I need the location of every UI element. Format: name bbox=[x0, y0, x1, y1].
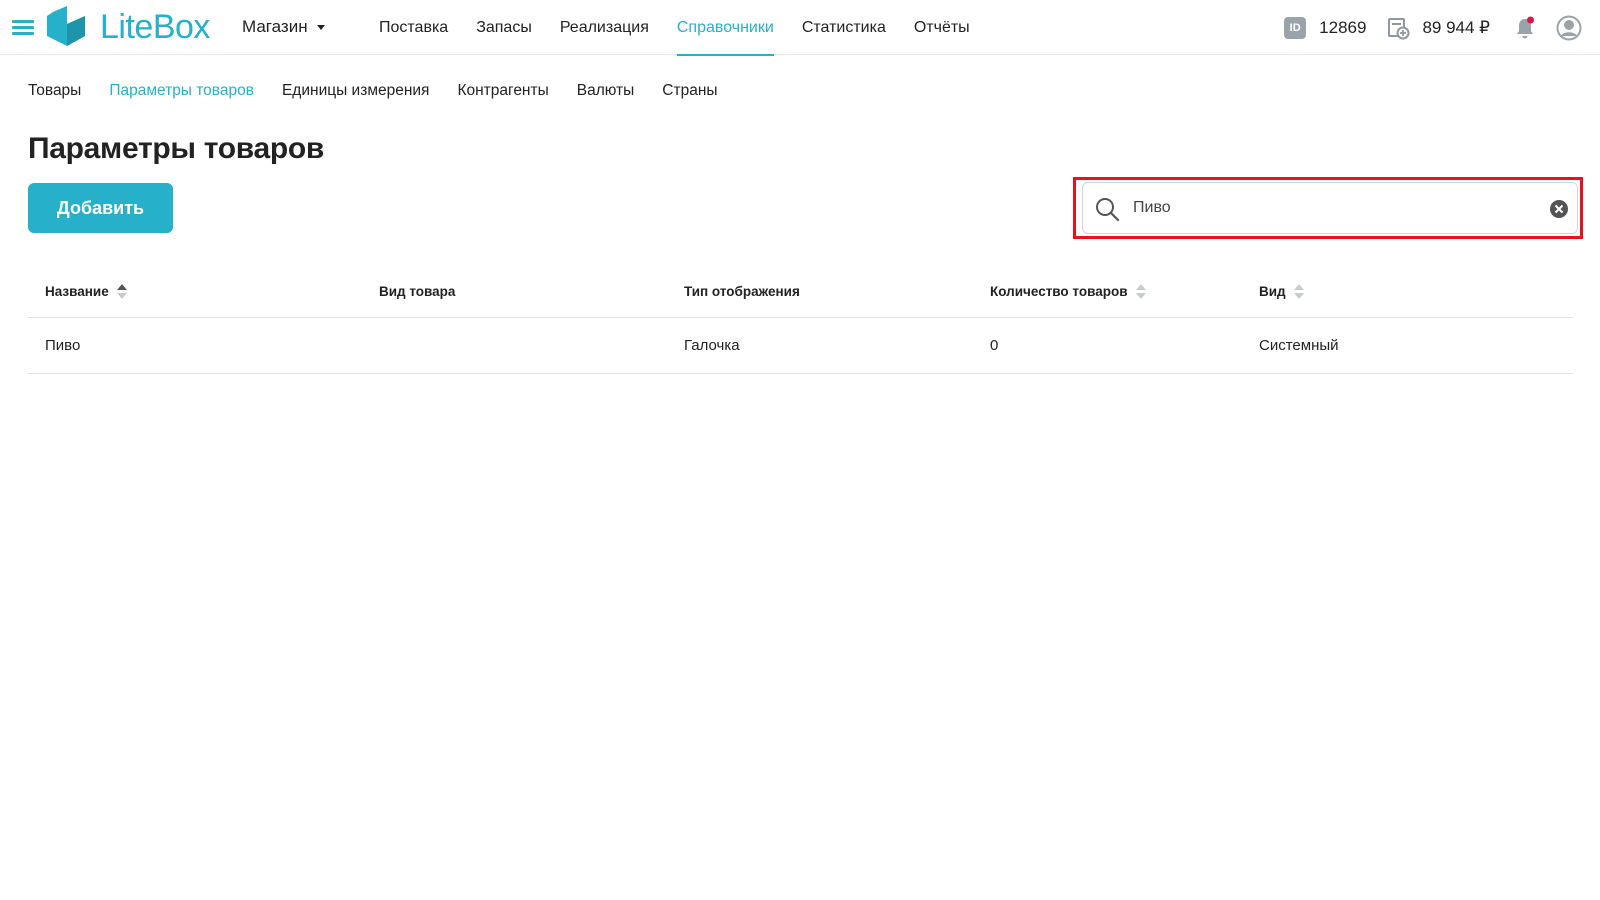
logo-text: LiteBox bbox=[100, 8, 210, 46]
balance: 89 944 ₽ bbox=[1422, 18, 1490, 37]
wallet-icon[interactable] bbox=[1388, 16, 1410, 40]
column-header-goods-count[interactable]: Количество товаров bbox=[990, 284, 1146, 299]
store-selector-label: Магазин bbox=[242, 17, 308, 36]
nav-item-sales[interactable]: Реализация bbox=[560, 0, 649, 55]
search-input[interactable] bbox=[1133, 193, 1523, 223]
page-title: Параметры товаров bbox=[28, 132, 325, 165]
column-header-display-type: Тип отображения bbox=[684, 284, 800, 299]
nav-item-reports[interactable]: Отчёты bbox=[914, 0, 970, 55]
column-header-label: Тип отображения bbox=[684, 284, 800, 299]
logo[interactable]: LiteBox bbox=[45, 6, 225, 48]
sort-icon[interactable] bbox=[1135, 284, 1146, 299]
caret-down-icon bbox=[316, 24, 325, 30]
column-header-label: Вид bbox=[1259, 284, 1286, 299]
menu-icon[interactable] bbox=[12, 20, 34, 36]
top-nav: Поставка Запасы Реализация Справочники С… bbox=[379, 0, 998, 56]
subnav-item-counterparties[interactable]: Контрагенты bbox=[457, 82, 548, 100]
sort-icon[interactable] bbox=[116, 284, 127, 299]
sort-icon[interactable] bbox=[1293, 284, 1304, 299]
cell-goods-count: 0 bbox=[990, 337, 999, 354]
bell-icon[interactable] bbox=[1514, 16, 1536, 40]
cell-kind: Системный bbox=[1259, 337, 1339, 354]
account-id: 12869 bbox=[1319, 18, 1367, 37]
table-header: Название Вид товара Тип отображения Коли… bbox=[28, 270, 1573, 318]
subnav-item-currencies[interactable]: Валюты bbox=[577, 82, 635, 100]
nav-item-statistics[interactable]: Статистика bbox=[802, 0, 886, 55]
store-selector[interactable]: Магазин bbox=[242, 17, 325, 37]
cell-display-type: Галочка bbox=[684, 337, 740, 354]
cell-name: Пиво bbox=[45, 337, 81, 354]
search-box[interactable] bbox=[1082, 182, 1578, 234]
column-header-label: Название bbox=[45, 284, 109, 299]
column-header-label: Количество товаров bbox=[990, 284, 1128, 299]
table-row[interactable]: Пиво Галочка 0 Системный bbox=[28, 318, 1573, 374]
subnav-item-countries[interactable]: Страны bbox=[662, 82, 717, 100]
top-header: LiteBox Магазин Поставка Запасы Реализац… bbox=[0, 0, 1600, 56]
subnav-item-goods[interactable]: Товары bbox=[28, 82, 81, 100]
search-icon bbox=[1096, 198, 1120, 222]
subnav-item-units[interactable]: Единицы измерения bbox=[282, 82, 429, 100]
logo-icon bbox=[47, 6, 85, 46]
column-header-label: Вид товара bbox=[379, 284, 456, 299]
user-avatar-icon[interactable] bbox=[1556, 15, 1582, 41]
id-icon: ID bbox=[1284, 17, 1307, 39]
nav-item-stock[interactable]: Запасы bbox=[476, 0, 532, 55]
sub-nav: Товары Параметры товаров Единицы измерен… bbox=[28, 82, 746, 100]
column-header-kind[interactable]: Вид bbox=[1259, 284, 1304, 299]
column-header-name[interactable]: Название bbox=[45, 284, 127, 299]
add-button[interactable]: Добавить bbox=[28, 183, 173, 233]
parameters-table: Название Вид товара Тип отображения Коли… bbox=[28, 270, 1573, 374]
clear-icon[interactable] bbox=[1549, 199, 1569, 219]
subnav-item-goods-parameters[interactable]: Параметры товаров bbox=[109, 82, 254, 100]
header-right: ID 12869 89 944 ₽ bbox=[1284, 14, 1582, 42]
column-header-goods-type: Вид товара bbox=[379, 284, 455, 299]
nav-item-references[interactable]: Справочники bbox=[676, 0, 774, 56]
nav-item-delivery[interactable]: Поставка bbox=[379, 0, 448, 55]
